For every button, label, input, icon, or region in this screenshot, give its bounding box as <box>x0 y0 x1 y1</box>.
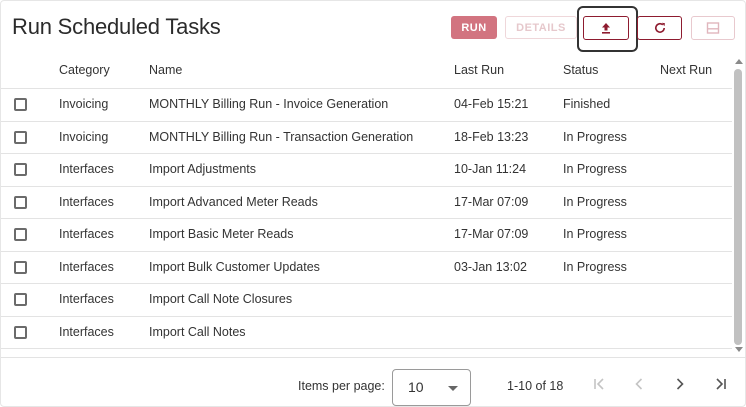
cell-category: Interfaces <box>59 259 114 274</box>
table-row[interactable]: Invoicing MONTHLY Billing Run - Transact… <box>1 122 732 154</box>
dropdown-caret-icon <box>448 386 458 391</box>
run-button[interactable]: RUN <box>451 16 497 39</box>
column-header-next-run[interactable]: Next Run <box>660 63 712 77</box>
row-checkbox[interactable] <box>14 195 27 209</box>
tasks-table: Category Name Last Run Status Next Run I… <box>1 53 732 357</box>
cell-status: In Progress <box>563 162 627 176</box>
cell-name: Import Call Note Closures <box>149 292 293 306</box>
table-row[interactable]: Interfaces Import Call Notes <box>1 317 732 349</box>
scroll-down-arrow-icon[interactable] <box>735 347 743 352</box>
upload-button[interactable] <box>583 16 629 40</box>
next-page-button[interactable] <box>670 374 690 394</box>
cell-category: Interfaces <box>59 324 114 339</box>
column-header-category[interactable]: Category <box>59 63 110 77</box>
cell-category: Invoicing <box>59 97 109 111</box>
row-checkbox[interactable] <box>14 98 27 111</box>
cell-name: Import Call Notes <box>149 324 246 339</box>
scrollbar-thumb[interactable] <box>734 69 742 345</box>
chevron-right-icon <box>676 378 684 390</box>
toggle-panel-button[interactable] <box>691 16 735 40</box>
cell-last-run: 18-Feb 13:23 <box>454 129 529 144</box>
cell-status: In Progress <box>563 129 627 144</box>
scheduled-tasks-panel: Run Scheduled Tasks RUN DETAILS Category… <box>0 0 746 407</box>
split-panel-icon <box>706 22 720 34</box>
pagination-range: 1-10 of 18 <box>507 379 564 393</box>
cell-name: MONTHLY Billing Run - Transaction Genera… <box>149 129 414 144</box>
column-header-name[interactable]: Name <box>149 63 182 77</box>
cell-category: Interfaces <box>59 292 114 306</box>
row-checkbox[interactable] <box>14 163 27 176</box>
cell-status: Finished <box>563 97 611 111</box>
row-checkbox[interactable] <box>14 293 27 306</box>
row-checkbox[interactable] <box>14 260 27 274</box>
row-checkbox[interactable] <box>14 228 27 241</box>
first-page-button[interactable] <box>589 374 609 394</box>
cell-status: In Progress <box>563 194 627 209</box>
cell-last-run: 10-Jan 11:24 <box>454 162 527 176</box>
cell-last-run: 04-Feb 15:21 <box>454 97 529 111</box>
cell-category: Interfaces <box>59 227 114 241</box>
cell-name: Import Basic Meter Reads <box>149 227 294 241</box>
cell-category: Interfaces <box>59 194 114 209</box>
table-row[interactable]: Interfaces Import Basic Meter Reads 17-M… <box>1 219 732 252</box>
table-header-row: Category Name Last Run Status Next Run <box>1 53 732 89</box>
row-checkbox[interactable] <box>14 325 27 339</box>
vertical-scrollbar[interactable] <box>732 53 744 355</box>
row-checkbox[interactable] <box>14 130 27 144</box>
table-row[interactable]: Invoicing MONTHLY Billing Run - Invoice … <box>1 89 732 122</box>
table-row-partial[interactable] <box>1 349 732 357</box>
page-title: Run Scheduled Tasks <box>12 14 221 39</box>
table-row[interactable]: Interfaces Import Bulk Customer Updates … <box>1 252 732 284</box>
paginator: Items per page: 10 1-10 of 18 <box>1 357 746 407</box>
cell-last-run: 17-Mar 07:09 <box>454 227 529 241</box>
column-header-status[interactable]: Status <box>563 63 598 77</box>
cell-last-run: 17-Mar 07:09 <box>454 194 529 209</box>
first-page-icon <box>594 378 604 390</box>
last-page-icon <box>716 378 726 390</box>
cell-status: In Progress <box>563 259 627 274</box>
cell-category: Interfaces <box>59 162 114 176</box>
details-button[interactable]: DETAILS <box>505 16 577 39</box>
cell-name: Import Adjustments <box>149 162 256 176</box>
refresh-button[interactable] <box>637 16 682 40</box>
chevron-left-icon <box>635 378 643 390</box>
cell-status: In Progress <box>563 227 627 241</box>
cell-name: Import Bulk Customer Updates <box>149 259 320 274</box>
refresh-icon <box>654 22 665 33</box>
table-row[interactable]: Interfaces Import Call Note Closures <box>1 284 732 317</box>
items-per-page-label: Items per page: <box>298 379 385 393</box>
upload-icon <box>602 23 610 34</box>
items-per-page-select[interactable]: 10 <box>392 369 471 406</box>
scroll-up-arrow-icon[interactable] <box>735 59 743 64</box>
items-per-page-value: 10 <box>408 379 424 395</box>
previous-page-button[interactable] <box>629 374 649 394</box>
column-header-last-run[interactable]: Last Run <box>454 63 504 77</box>
table-row[interactable]: Interfaces Import Adjustments 10-Jan 11:… <box>1 154 732 187</box>
cell-last-run: 03-Jan 13:02 <box>454 259 527 274</box>
cell-category: Invoicing <box>59 129 109 144</box>
cell-name: Import Advanced Meter Reads <box>149 194 318 209</box>
last-page-button[interactable] <box>711 374 731 394</box>
cell-name: MONTHLY Billing Run - Invoice Generation <box>149 97 389 111</box>
table-row[interactable]: Interfaces Import Advanced Meter Reads 1… <box>1 187 732 219</box>
